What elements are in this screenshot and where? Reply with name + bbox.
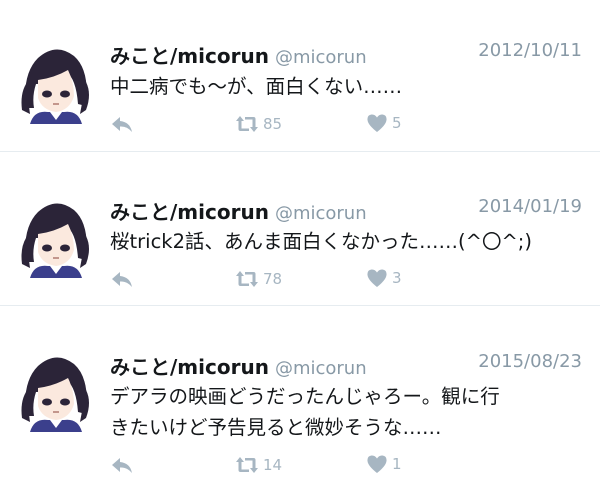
- tweet-text: 桜trick2話、あんま面白くなかった……(^〇^;): [110, 226, 586, 257]
- like-count: 3: [392, 269, 402, 287]
- retweet-icon: [236, 116, 258, 132]
- like-count: 1: [392, 455, 402, 473]
- like-count: 5: [392, 114, 402, 132]
- avatar-image: [16, 352, 94, 432]
- tweet-feed: みこと/micorun @micorun 2012/10/11 中二病でも〜が、面…: [0, 0, 600, 493]
- tweet-actions: 85 5: [110, 113, 410, 137]
- tweet-text: デアラの映画どうだったんじゃろー。観に行 きたいけど予告見ると微妙そうな……: [110, 381, 586, 443]
- avatar[interactable]: [16, 352, 94, 432]
- heart-icon: [367, 269, 387, 287]
- tweet-text-line: 中二病でも〜が、面白くない……: [110, 75, 403, 98]
- display-name[interactable]: みこと/micorun: [110, 44, 269, 68]
- like-button[interactable]: 3: [366, 268, 402, 288]
- retweet-button[interactable]: 85: [235, 113, 282, 135]
- tweet-text-line: 桜trick2話、あんま面白くなかった……(^〇^;): [110, 230, 532, 253]
- reply-icon: [112, 117, 132, 132]
- tweet-header: みこと/micorun @micorun 2015/08/23: [110, 351, 582, 379]
- avatar-image: [16, 44, 94, 124]
- retweet-count: 14: [263, 456, 283, 474]
- reply-icon: [112, 272, 132, 287]
- tweet-header: みこと/micorun @micorun 2012/10/11: [110, 40, 582, 68]
- handle[interactable]: @micorun: [275, 47, 367, 68]
- avatar-image: [16, 198, 94, 278]
- display-name[interactable]: みこと/micorun: [110, 355, 269, 379]
- tweet-text-line: きたいけど予告見ると微妙そうな……: [110, 416, 442, 439]
- avatar[interactable]: [16, 198, 94, 278]
- tweet-item[interactable]: みこと/micorun @micorun 2015/08/23 デアラの映画どうだ…: [0, 306, 600, 493]
- tweet-actions: 14 1: [110, 454, 410, 478]
- avatar[interactable]: [16, 44, 94, 124]
- tweet-date[interactable]: 2012/10/11: [478, 40, 582, 61]
- retweet-count: 85: [263, 115, 283, 133]
- heart-icon: [367, 114, 387, 132]
- tweet-actions: 78 3: [110, 268, 410, 292]
- display-name[interactable]: みこと/micorun: [110, 200, 269, 224]
- reply-button[interactable]: [110, 113, 134, 135]
- tweet-text: 中二病でも〜が、面白くない……: [110, 71, 586, 102]
- tweet-item[interactable]: みこと/micorun @micorun 2014/01/19 桜trick2話、…: [0, 152, 600, 306]
- retweet-icon: [236, 457, 258, 473]
- tweet-date[interactable]: 2015/08/23: [478, 351, 582, 372]
- like-button[interactable]: 1: [366, 454, 402, 474]
- like-button[interactable]: 5: [366, 113, 402, 133]
- tweet-item[interactable]: みこと/micorun @micorun 2012/10/11 中二病でも〜が、面…: [0, 0, 600, 152]
- reply-button[interactable]: [110, 454, 134, 476]
- tweet-header: みこと/micorun @micorun 2014/01/19: [110, 196, 582, 224]
- heart-icon: [367, 455, 387, 473]
- reply-icon: [112, 458, 132, 473]
- retweet-icon: [236, 271, 258, 287]
- tweet-text-line: デアラの映画どうだったんじゃろー。観に行: [110, 385, 500, 408]
- retweet-button[interactable]: 14: [235, 454, 282, 476]
- handle[interactable]: @micorun: [275, 203, 367, 224]
- reply-button[interactable]: [110, 268, 134, 290]
- retweet-button[interactable]: 78: [235, 268, 282, 290]
- tweet-date[interactable]: 2014/01/19: [478, 196, 582, 217]
- handle[interactable]: @micorun: [275, 358, 367, 379]
- retweet-count: 78: [263, 270, 283, 288]
